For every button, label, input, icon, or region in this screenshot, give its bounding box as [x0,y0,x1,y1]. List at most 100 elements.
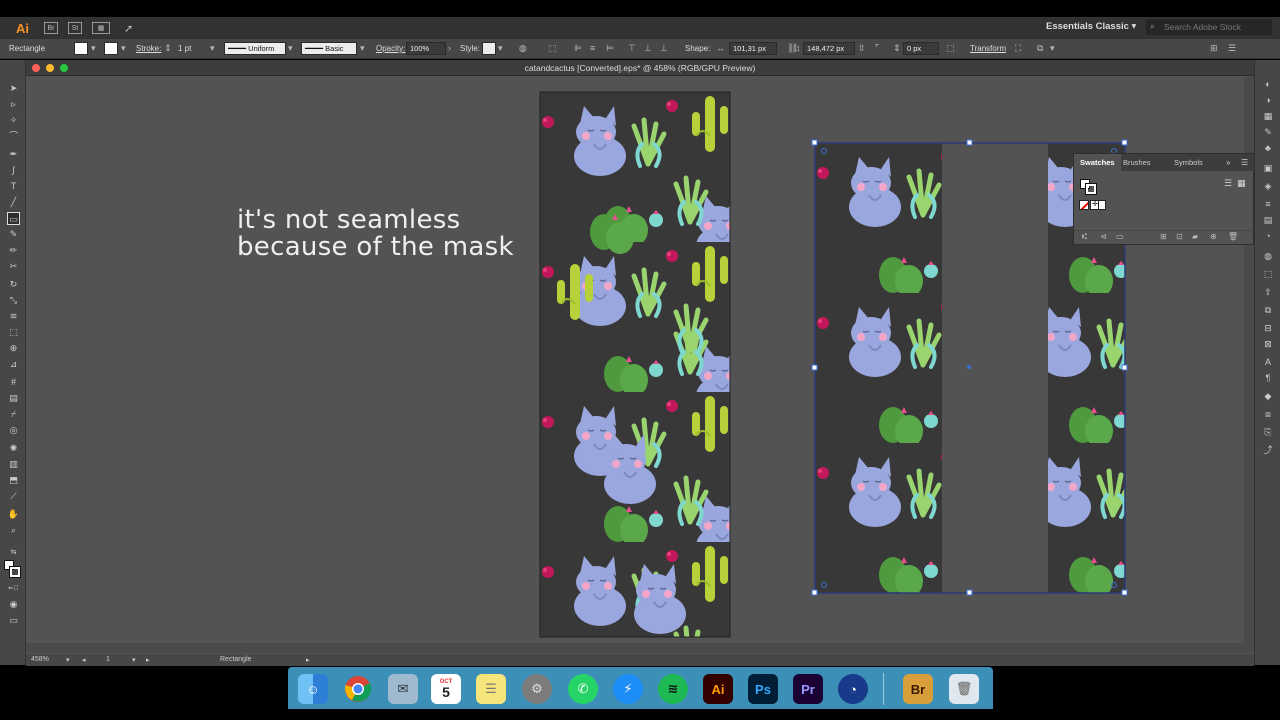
opacity-field[interactable]: 100% [406,42,446,55]
opacity-slider-icon[interactable]: › [448,43,458,53]
panel-menu-icon[interactable]: ☰ [1241,158,1248,167]
corner-radius-field[interactable]: 0 px [903,42,939,55]
shape-builder-tool-icon[interactable]: ⊕ [7,342,20,355]
hand-tool-icon[interactable]: ✋ [7,508,20,521]
isolate-icon[interactable]: ⛶ [1015,43,1025,53]
default-fill-stroke-icon[interactable]: ⇆ [7,546,20,559]
workspace-switcher[interactable]: Essentials Classic ▾ [1046,21,1136,32]
control-menu-icon[interactable]: ☰ [1228,43,1238,53]
graphic-style-swatch[interactable] [482,42,496,55]
swatches-icon[interactable]: ▦ [1261,110,1275,123]
mesh-tool-icon[interactable]: # [7,376,20,389]
drawing-mode-icon[interactable]: ◉ [7,598,20,611]
show-kinds-icon[interactable]: ⊲ [1100,232,1107,241]
stroke-label[interactable]: Stroke: [136,44,161,53]
recolor-artwork-icon[interactable]: ◍ [519,43,529,53]
zoom-dropdown-icon[interactable]: ▾ [66,656,70,664]
line-tool-icon[interactable]: ╱ [7,196,20,209]
lasso-tool-icon[interactable]: ⌒ [7,130,20,143]
column-graph-tool-icon[interactable]: ▥ [7,458,20,471]
gradient-panel-icon[interactable]: ▤ [1261,214,1275,227]
collapse-panel-icon[interactable]: » [1226,158,1230,167]
align-panel-icon[interactable]: ⊟ [1261,322,1275,335]
magic-wand-tool-icon[interactable]: ✧ [7,114,20,127]
pencil-tool-icon[interactable]: ✏ [7,244,20,257]
artboard-nav-icon[interactable]: ◂ [82,656,86,664]
align-right-icon[interactable]: ⊨ [606,43,616,53]
perspective-grid-tool-icon[interactable]: ⊿ [7,358,20,371]
new-group-folder-icon[interactable]: ▰ [1192,232,1198,241]
preview-app-icon[interactable]: ✉ [388,674,418,704]
graphic-styles-icon[interactable]: ▣ [1261,162,1275,175]
spotify-icon[interactable]: ≋ [658,674,688,704]
width-field[interactable]: 101,31 px [729,42,777,55]
artboards-icon[interactable]: ⬚ [1261,268,1275,281]
align-middle-icon[interactable]: ⊥ [644,43,654,53]
notes-icon[interactable]: ☰ [476,674,506,704]
align-bottom-icon[interactable]: ⊥ [660,43,670,53]
white-swatch[interactable] [1098,200,1106,210]
panel-menu-icon[interactable]: ⊞ [1210,43,1220,53]
align-to-icon[interactable]: ⬚ [548,43,558,53]
pathfinder-icon[interactable]: ⧉ [1261,304,1275,317]
bridge-dock-icon[interactable]: Br [903,674,933,704]
pen-tool-icon[interactable]: ✒ [7,148,20,161]
stroke-weight[interactable]: 1 pt [178,44,191,53]
stroke-weight-dropdown-icon[interactable]: ▾ [210,43,220,53]
direct-selection-tool-icon[interactable]: ▹ [7,98,20,111]
status-menu-icon[interactable]: ▸ [306,656,310,664]
opacity-label[interactable]: Opacity: [376,44,405,53]
corner-type-icon[interactable]: ⌜ [875,43,885,53]
edit-colors-icon[interactable]: ⊡ [1176,232,1183,241]
delete-swatch-icon[interactable]: 🗑 [1228,232,1238,241]
stroke-swatch[interactable] [104,42,118,55]
artboard-next-icon[interactable]: ▸ [146,656,150,664]
fill-swatch[interactable] [74,42,88,55]
symbol-sprayer-tool-icon[interactable]: ✺ [7,442,20,455]
profile-dropdown-icon[interactable]: ▾ [288,43,298,53]
artboard-dropdown-icon[interactable]: ▾ [132,656,136,664]
layers-icon[interactable]: ◆ [1261,390,1275,403]
gradient-tool-icon[interactable]: ▤ [7,392,20,405]
brush-definition[interactable]: ━━━━ Basic [301,42,357,55]
whatsapp-icon[interactable]: ✆ [568,674,598,704]
transparency-icon[interactable]: ◔ [1261,230,1275,243]
width-tool-icon[interactable]: ≋ [7,310,20,323]
premiere-dock-icon[interactable]: Pr [793,674,823,704]
free-transform-tool-icon[interactable]: ⬚ [7,326,20,339]
zoom-window-icon[interactable] [60,64,68,72]
stroke-indicator[interactable] [1085,183,1097,195]
stroke-color-box[interactable] [9,566,21,578]
curvature-tool-icon[interactable]: ∫ [7,164,20,177]
horizontal-scrollbar[interactable] [26,643,1244,653]
trash-icon[interactable]: 🗑 [949,674,979,704]
appearance-icon[interactable]: ◈ [1261,180,1275,193]
calendar-icon[interactable]: OCT 5 [431,674,461,704]
height-field[interactable]: 148,472 px [803,42,855,55]
align-center-icon[interactable]: ≡ [590,43,600,53]
slice-tool-icon[interactable]: ⟋ [7,490,20,503]
align-left-icon[interactable]: ⊫ [574,43,584,53]
stroke-stepper-icon[interactable]: ⇕ [164,43,174,53]
zoom-tool-icon[interactable]: ⌕ [7,524,20,537]
rotate-tool-icon[interactable]: ↻ [7,278,20,291]
zoom-level[interactable]: 458% [31,656,49,663]
screen-mode-icon[interactable]: ▭ [7,614,20,627]
blend-tool-icon[interactable]: ◎ [7,424,20,437]
list-view-icon[interactable]: ☰ [1224,178,1232,189]
system-preferences-icon[interactable]: ⚙ [522,674,552,704]
tab-swatches[interactable]: Swatches [1074,154,1121,171]
symbols-icon[interactable]: ♣ [1261,142,1275,155]
color-guide-icon[interactable]: ◑ [1261,94,1275,107]
illustrator-dock-icon[interactable]: Ai [703,674,733,704]
chrome-icon[interactable] [343,674,373,704]
scale-tool-icon[interactable]: ⤡ [7,294,20,307]
stroke-panel-icon[interactable]: ≡ [1261,198,1275,211]
align-top-icon[interactable]: ⊤ [628,43,638,53]
character-icon[interactable]: A [1261,356,1275,369]
asset-export-icon[interactable]: ⇪ [1261,286,1275,299]
bridge-button[interactable]: Br [44,22,58,34]
stock-search-field[interactable]: ⌕ Search Adobe Stock [1146,19,1272,35]
brush-dropdown-icon[interactable]: ▾ [360,43,370,53]
stroke-dropdown-icon[interactable]: ▾ [121,43,131,53]
